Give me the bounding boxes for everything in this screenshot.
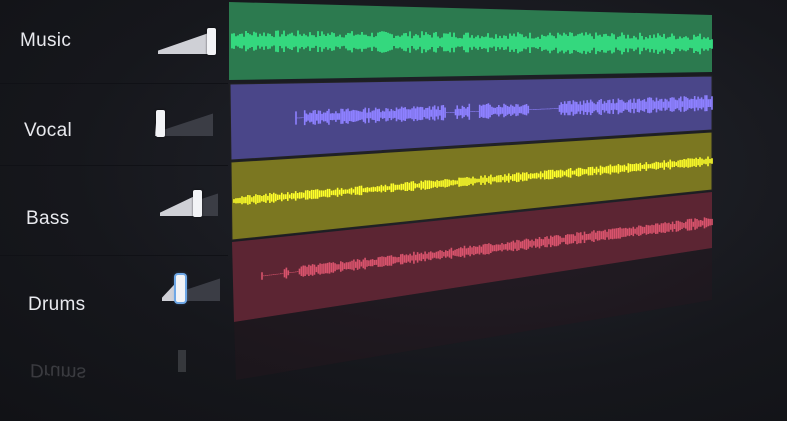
track-lanes (229, 2, 713, 380)
multitrack-mixer: Music Vocal Bass Drums Drums (0, 0, 787, 421)
